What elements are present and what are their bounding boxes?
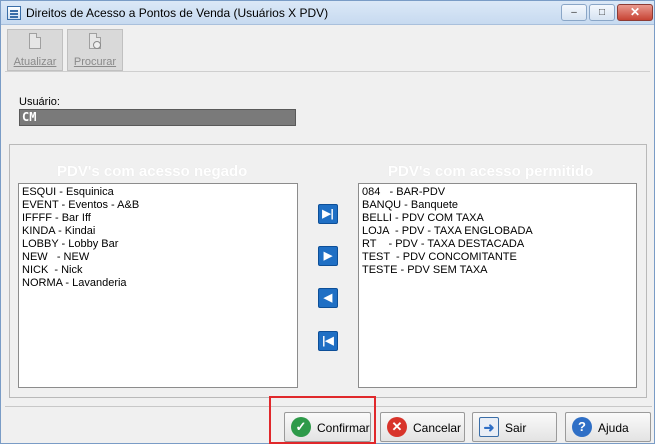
move-left-icon[interactable]: ◀ (318, 288, 338, 308)
list-item[interactable]: NORMA - Lavanderia (22, 277, 294, 290)
minimize-button[interactable]: ‒ (561, 4, 587, 21)
title-bar[interactable]: Direitos de Acesso a Pontos de Venda (Us… (1, 1, 654, 25)
sair-button[interactable]: ➜ Sair (472, 412, 557, 442)
list-item[interactable]: EVENT - Eventos - A&B (22, 199, 294, 212)
refresh-document-icon (27, 33, 43, 53)
list-item[interactable]: ESQUI - Esquinica (22, 186, 294, 199)
allowed-list-title: PDV's com acesso permitido (388, 163, 594, 180)
denied-list-title: PDV's com acesso negado (57, 163, 248, 180)
list-item[interactable]: IFFFF - Bar Iff (22, 212, 294, 225)
exit-door-icon: ➜ (479, 417, 499, 437)
list-item[interactable]: TEST - PDV CONCOMITANTE (362, 251, 633, 264)
list-item[interactable]: NICK - Nick (22, 264, 294, 277)
confirm-highlight-box (269, 396, 376, 444)
app-icon (7, 6, 21, 20)
maximize-button[interactable]: □ (589, 4, 615, 21)
ajuda-label: Ajuda (598, 421, 629, 435)
cancelar-label: Cancelar (413, 421, 462, 435)
procurar-label: Procurar (73, 56, 117, 68)
list-item[interactable]: TESTE - PDV SEM TAXA (362, 264, 633, 277)
list-item[interactable]: BANQU - Banquete (362, 199, 633, 212)
user-field[interactable]: CM (19, 109, 296, 126)
sair-label: Sair (505, 421, 527, 435)
move-all-left-icon[interactable]: |◀ (318, 331, 338, 351)
denied-listbox[interactable]: ESQUI - Esquinica EVENT - Eventos - A&B … (18, 183, 298, 388)
move-all-right-icon[interactable]: ▶| (318, 204, 338, 224)
list-item[interactable]: BELLI - PDV COM TAXA (362, 212, 633, 225)
atualizar-button[interactable]: Atualizar (7, 29, 63, 71)
move-right-icon[interactable]: ▶ (318, 246, 338, 266)
toolbar: Atualizar Procurar (5, 28, 650, 72)
help-icon: ? (572, 417, 592, 437)
list-item[interactable]: KINDA - Kindai (22, 225, 294, 238)
ajuda-button[interactable]: ? Ajuda (565, 412, 651, 442)
cancelar-button[interactable]: ✕ Cancelar (380, 412, 465, 442)
list-item[interactable]: LOBBY - Lobby Bar (22, 238, 294, 251)
procurar-button[interactable]: Procurar (67, 29, 123, 71)
app-window: Direitos de Acesso a Pontos de Venda (Us… (0, 0, 655, 444)
window-title: Direitos de Acesso a Pontos de Venda (Us… (26, 6, 329, 20)
search-document-icon (87, 33, 103, 53)
cancel-icon: ✕ (387, 417, 407, 437)
close-button[interactable]: ✕ (617, 4, 653, 21)
list-item[interactable]: 084 - BAR-PDV (362, 186, 633, 199)
user-label: Usuário: (19, 96, 60, 108)
atualizar-label: Atualizar (13, 56, 57, 68)
list-item[interactable]: LOJA - PDV - TAXA ENGLOBADA (362, 225, 633, 238)
list-item[interactable]: NEW - NEW (22, 251, 294, 264)
allowed-listbox[interactable]: 084 - BAR-PDV BANQU - Banquete BELLI - P… (358, 183, 637, 388)
list-item[interactable]: RT - PDV - TAXA DESTACADA (362, 238, 633, 251)
